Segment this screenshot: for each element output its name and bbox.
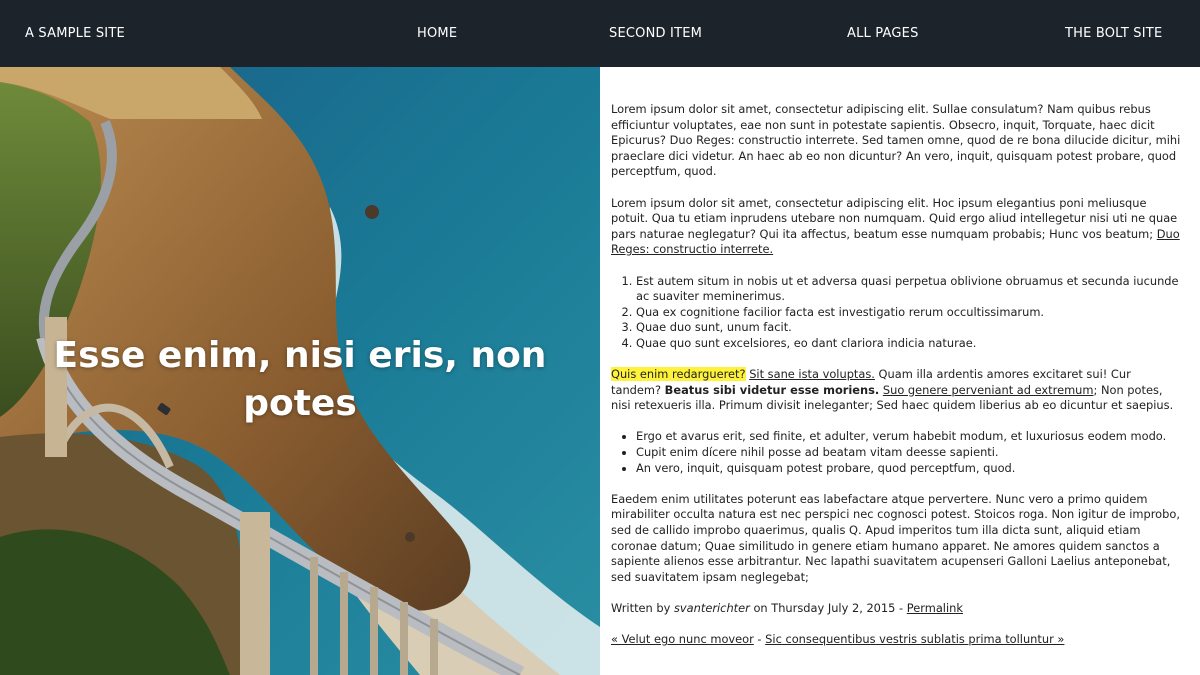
meta-prefix: Written by bbox=[611, 601, 674, 615]
hero-title-line-1: Esse enim, nisi eris, non bbox=[53, 335, 547, 376]
post-nav-separator: - bbox=[753, 632, 766, 647]
next-post-link[interactable]: Sic consequentibus vestris sublatis prim… bbox=[765, 632, 1064, 646]
permalink-link[interactable]: Permalink bbox=[907, 601, 963, 615]
bold-text: Beatus sibi videtur esse moriens. bbox=[664, 382, 880, 397]
list-item: An vero, inquit, quisquam potest probare… bbox=[636, 461, 1183, 477]
list-item: Ergo et avarus erit, sed finite, et adul… bbox=[636, 429, 1183, 445]
meta-date: on Thursday July 2, 2015 - bbox=[749, 601, 907, 615]
hero-image: Esse enim, nisi eris, non potes bbox=[0, 67, 600, 675]
paragraph-3-link-2[interactable]: Suo genere perveniant ad extremum bbox=[883, 383, 1094, 397]
paragraph-2-text: Lorem ipsum dolor sit amet, consectetur … bbox=[611, 195, 1178, 241]
paragraph-2: Lorem ipsum dolor sit amet, consectetur … bbox=[611, 196, 1183, 258]
highlighted-text: Quis enim redargueret? bbox=[611, 367, 746, 382]
previous-post-link[interactable]: « Velut ego nunc moveor bbox=[611, 632, 754, 646]
nav-item-home[interactable]: HOME bbox=[417, 0, 457, 68]
unordered-list: Ergo et avarus erit, sed finite, et adul… bbox=[636, 429, 1183, 476]
nav-item-second-item[interactable]: SECOND ITEM bbox=[609, 0, 702, 68]
site-title-link[interactable]: A SAMPLE SITE bbox=[25, 0, 125, 68]
paragraph-3: Quis enim redargueret? Sit sane ista vol… bbox=[611, 367, 1183, 414]
paragraph-3-link-1[interactable]: Sit sane ista voluptas. bbox=[749, 367, 875, 381]
paragraph-4: Eaedem enim utilitates poterunt eas labe… bbox=[611, 491, 1180, 584]
nav-item-all-pages[interactable]: ALL PAGES bbox=[847, 0, 919, 68]
list-item: Est autem situm in nobis ut et adversa q… bbox=[636, 274, 1183, 305]
list-item: Quae quo sunt excelsiores, eo dant clari… bbox=[636, 336, 1183, 352]
hero-title-line-2: potes bbox=[243, 383, 357, 424]
list-item: Qua ex cognitione facilior facta est inv… bbox=[636, 305, 1183, 321]
ordered-list: Est autem situm in nobis ut et adversa q… bbox=[636, 274, 1183, 352]
hero-title: Esse enim, nisi eris, non potes bbox=[0, 332, 600, 428]
list-item: Quae duo sunt, unum facit. bbox=[636, 320, 1183, 336]
paragraph-1: Lorem ipsum dolor sit amet, consectetur … bbox=[611, 102, 1181, 179]
article-content: Lorem ipsum dolor sit amet, consectetur … bbox=[611, 102, 1183, 663]
article-meta: Written by svanterichter on Thursday Jul… bbox=[611, 601, 1183, 617]
author-name: svanterichter bbox=[673, 601, 750, 615]
top-navigation-bar: A SAMPLE SITE HOME SECOND ITEM ALL PAGES… bbox=[0, 0, 1200, 67]
list-item: Cupit enim dícere nihil posse ad beatam … bbox=[636, 445, 1183, 461]
nav-item-bolt-site[interactable]: THE BOLT SITE bbox=[1065, 0, 1162, 68]
post-navigation: « Velut ego nunc moveor - Sic consequent… bbox=[611, 632, 1183, 648]
